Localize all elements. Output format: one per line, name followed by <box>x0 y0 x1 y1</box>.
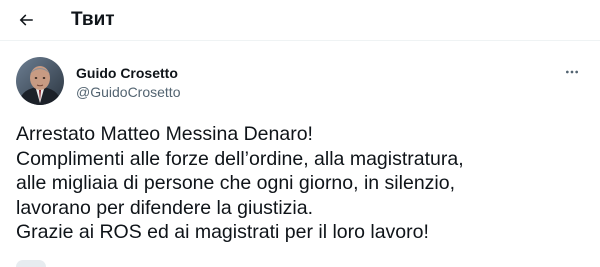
arrow-left-icon <box>19 14 33 26</box>
tweet-text-line: alle migliaia di persone che ogni giorno… <box>16 172 456 194</box>
tweet-text: Arrestato Matteo Messina Denaro! Complim… <box>16 122 592 245</box>
ellipsis-icon <box>566 70 578 74</box>
page-title: Твит <box>71 9 115 30</box>
avatar-photo <box>16 57 64 105</box>
tweet-text-line: Grazie ai ROS ed ai magistrati per il lo… <box>16 221 429 243</box>
more-options-button[interactable] <box>560 61 584 83</box>
top-bar: Твит <box>0 0 600 41</box>
tweet-page: Твит Guido Crosetto @GuidoCrosetto Arres… <box>0 0 600 267</box>
tweet-text-line: Arrestato Matteo Messina Denaro! <box>16 123 313 145</box>
tweet-text-line: lavorano per difendere la giustizia. <box>16 196 314 219</box>
avatar[interactable] <box>16 57 64 105</box>
cut-off-element <box>16 260 46 267</box>
author-handle[interactable]: @GuidoCrosetto <box>76 83 180 101</box>
author-name[interactable]: Guido Crosetto <box>76 64 178 82</box>
tweet-text-line: Complimenti alle forze dell’ordine, alla… <box>16 147 464 170</box>
back-button[interactable] <box>12 6 40 34</box>
